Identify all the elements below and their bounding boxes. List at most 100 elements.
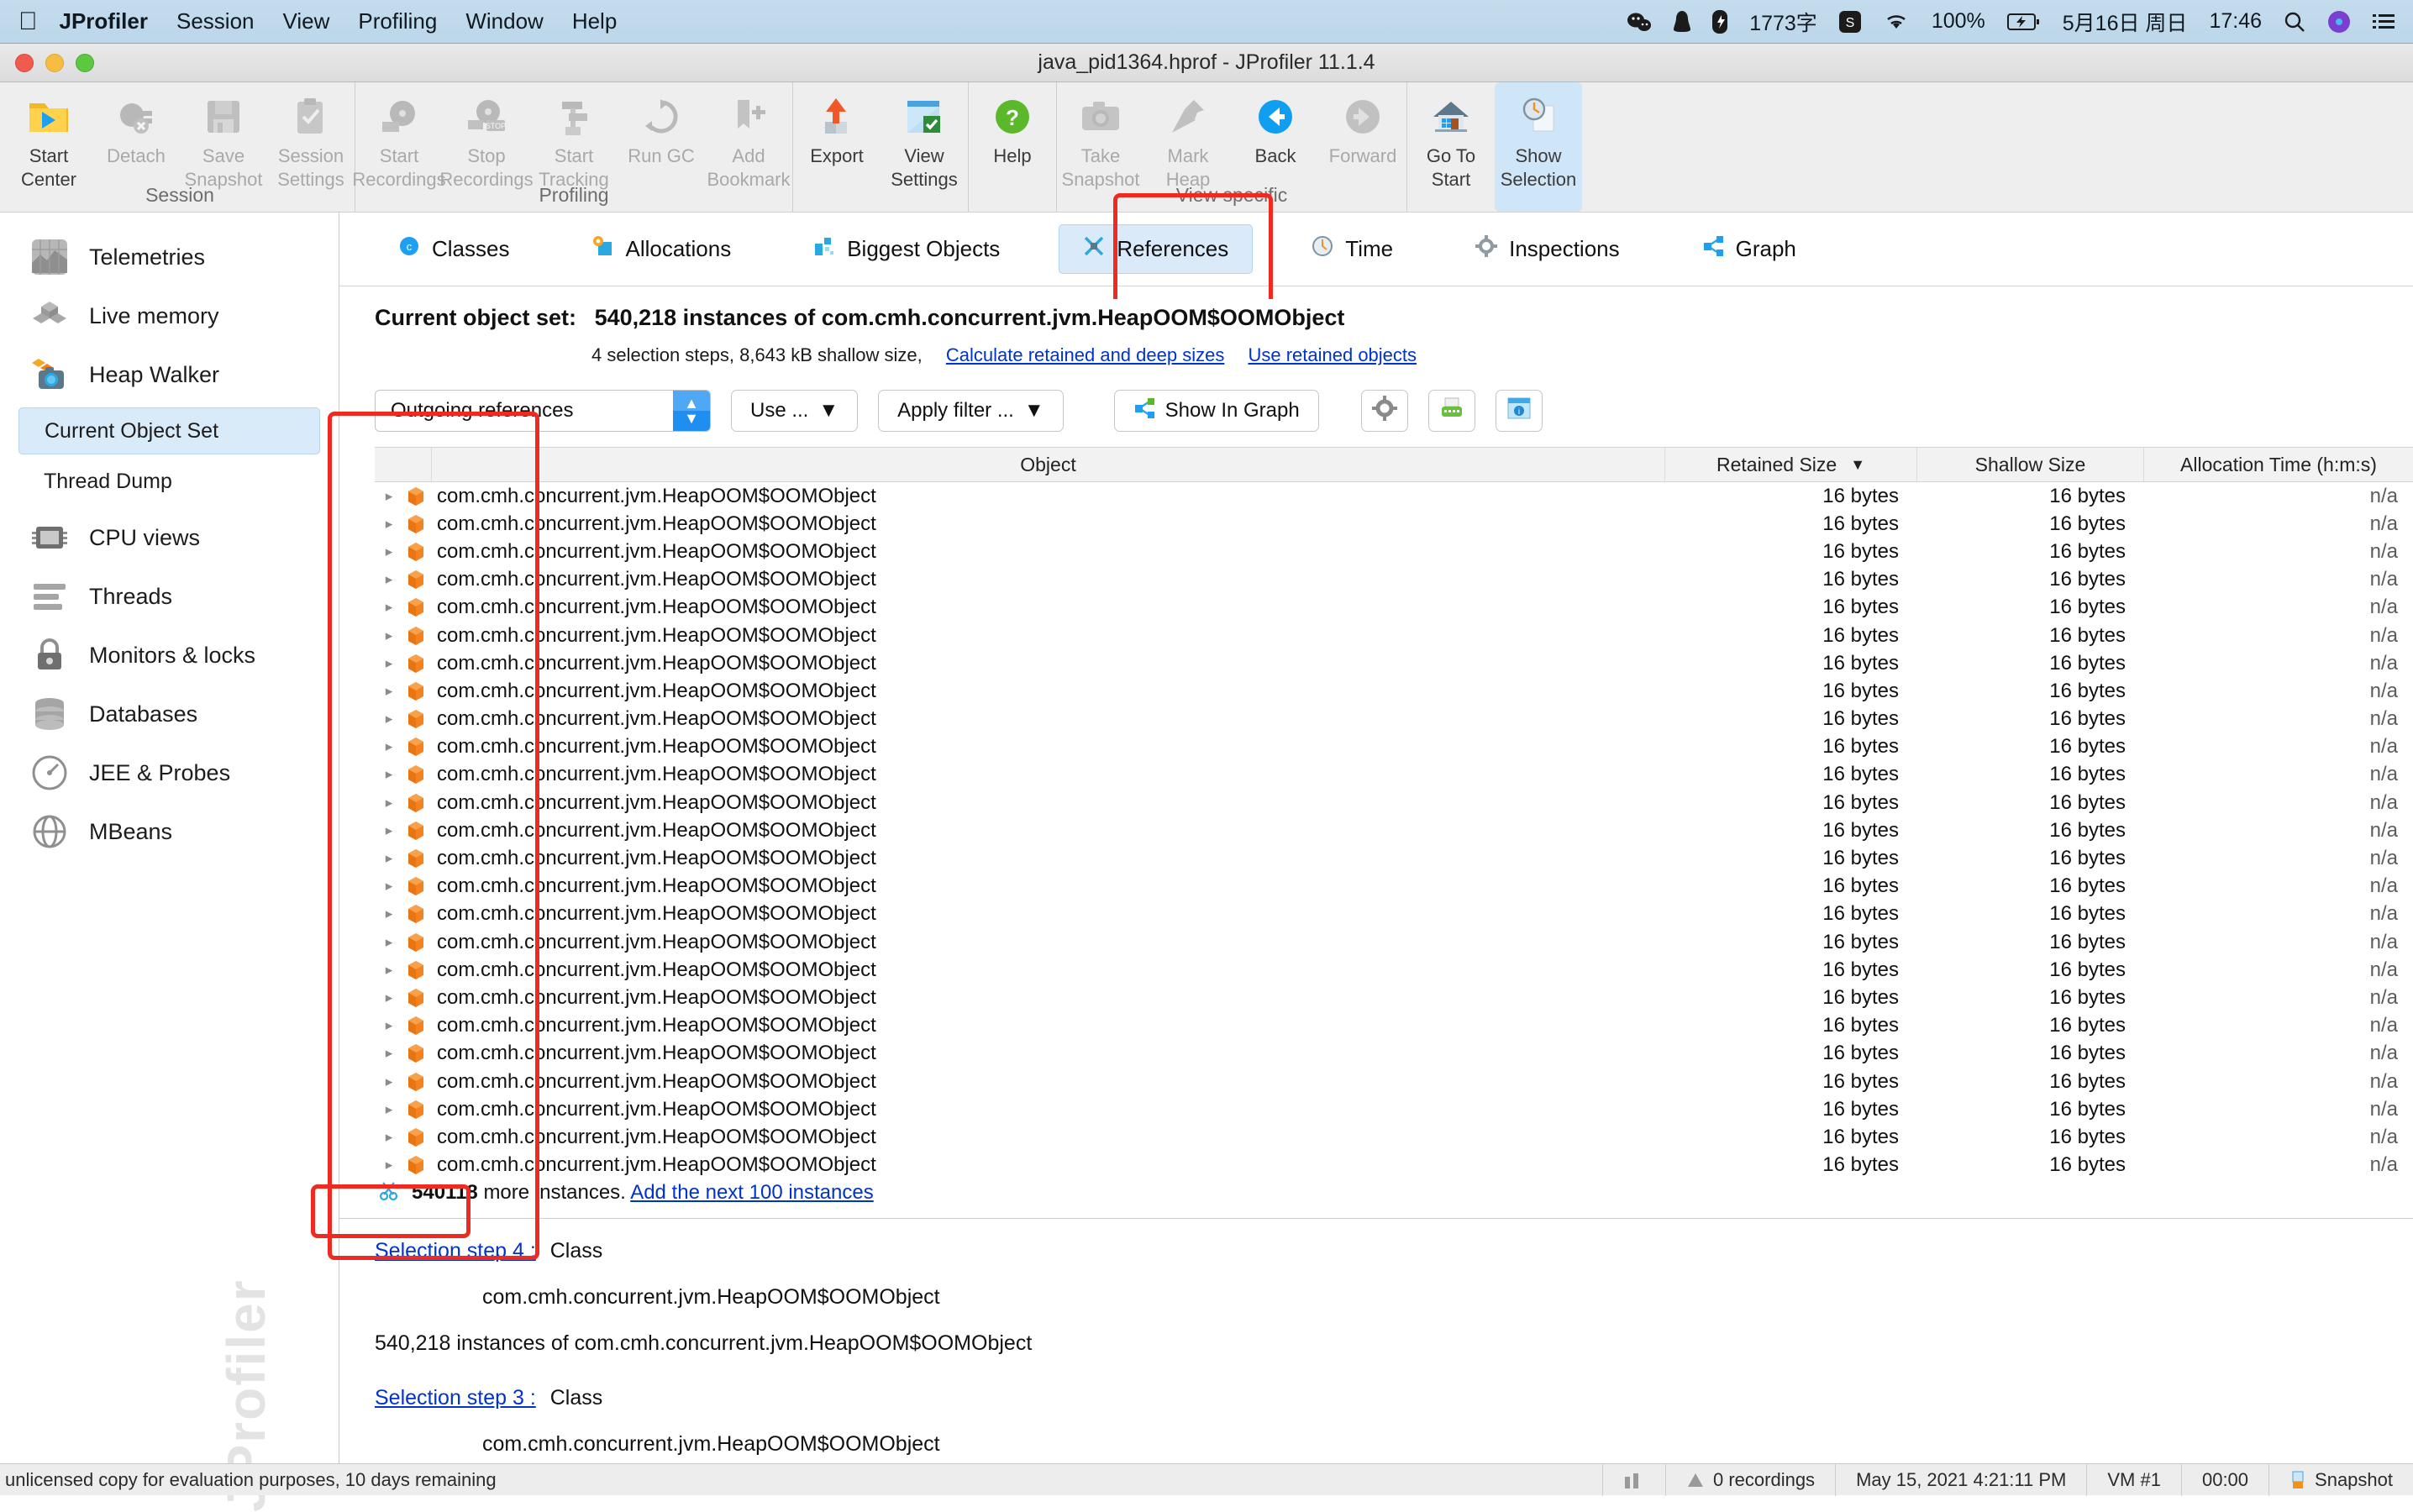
tab-biggest-objects[interactable]: Biggest Objects [790, 225, 1023, 273]
expand-triangle-icon[interactable]: ▸ [375, 543, 403, 560]
expand-triangle-icon[interactable]: ▸ [375, 906, 403, 922]
info-window-button[interactable]: i [1496, 390, 1543, 432]
expand-triangle-icon[interactable]: ▸ [375, 1017, 403, 1034]
table-header-allocation-time[interactable]: Allocation Time (h:m:s) [2144, 448, 2413, 481]
table-row[interactable]: ▸com.cmh.concurrent.jvm.HeapOOM$OOMObjec… [375, 844, 2413, 872]
expand-triangle-icon[interactable]: ▸ [375, 571, 403, 588]
table-row[interactable]: ▸com.cmh.concurrent.jvm.HeapOOM$OOMObjec… [375, 706, 2413, 733]
table-row[interactable]: ▸com.cmh.concurrent.jvm.HeapOOM$OOMObjec… [375, 1068, 2413, 1095]
apply-filter-button[interactable]: Apply filter ... ▼ [878, 390, 1063, 432]
table-row[interactable]: ▸com.cmh.concurrent.jvm.HeapOOM$OOMObjec… [375, 1095, 2413, 1123]
show-in-graph-button[interactable]: Show In Graph [1114, 390, 1319, 432]
expand-triangle-icon[interactable]: ▸ [375, 516, 403, 533]
tab-references[interactable]: References [1059, 224, 1253, 274]
use-button[interactable]: Use ... ▼ [731, 390, 858, 432]
menu-item-help[interactable]: Help [572, 8, 617, 34]
add-next-100-instances-link[interactable]: Add the next 100 instances [630, 1181, 874, 1204]
expand-triangle-icon[interactable]: ▸ [375, 683, 403, 700]
sidebar-item-heap-walker[interactable]: Heap Walker [0, 345, 339, 404]
table-row[interactable]: ▸com.cmh.concurrent.jvm.HeapOOM$OOMObjec… [375, 538, 2413, 565]
status-cpu-icon-cell[interactable] [1602, 1464, 1665, 1496]
help-button[interactable]: ? Help [969, 82, 1056, 212]
wechat-icon[interactable] [1627, 11, 1652, 33]
use-retained-objects-link[interactable]: Use retained objects [1248, 344, 1417, 365]
table-row[interactable]: ▸com.cmh.concurrent.jvm.HeapOOM$OOMObjec… [375, 984, 2413, 1011]
expand-triangle-icon[interactable]: ▸ [375, 795, 403, 811]
menu-item-jprofiler[interactable]: JProfiler [60, 8, 149, 34]
control-center-icon[interactable] [2373, 13, 2395, 31]
table-header-shallow-size[interactable]: Shallow Size [1917, 448, 2144, 481]
show-selection-button[interactable]: Show Selection [1495, 82, 1582, 212]
apple-logo-icon[interactable]:  [18, 9, 38, 34]
sidebar-item-cpu-views[interactable]: CPU views [0, 508, 339, 567]
export-button[interactable]: Export [793, 82, 881, 212]
view-settings-gear-button[interactable] [1361, 390, 1408, 432]
expand-triangle-icon[interactable]: ▸ [375, 627, 403, 644]
table-row[interactable]: ▸com.cmh.concurrent.jvm.HeapOOM$OOMObjec… [375, 1012, 2413, 1040]
table-row[interactable]: ▸com.cmh.concurrent.jvm.HeapOOM$OOMObjec… [375, 789, 2413, 816]
table-row[interactable]: ▸com.cmh.concurrent.jvm.HeapOOM$OOMObjec… [375, 1123, 2413, 1151]
calculate-retained-deep-sizes-link[interactable]: Calculate retained and deep sizes [946, 344, 1224, 365]
table-row[interactable]: ▸com.cmh.concurrent.jvm.HeapOOM$OOMObjec… [375, 1040, 2413, 1068]
table-row[interactable]: ▸com.cmh.concurrent.jvm.HeapOOM$OOMObjec… [375, 928, 2413, 956]
sidebar-item-databases[interactable]: Databases [0, 685, 339, 743]
sogou-icon[interactable]: S [1839, 11, 1861, 33]
tab-graph[interactable]: Graph [1679, 225, 1820, 273]
expand-triangle-icon[interactable]: ▸ [375, 488, 403, 505]
table-body[interactable]: ▸com.cmh.concurrent.jvm.HeapOOM$OOMObjec… [375, 482, 2413, 1218]
menu-item-window[interactable]: Window [465, 8, 543, 34]
dingtalk-icon[interactable] [1712, 10, 1727, 34]
status-recordings-cell[interactable]: 0 recordings [1665, 1464, 1835, 1496]
table-row[interactable]: ▸com.cmh.concurrent.jvm.HeapOOM$OOMObjec… [375, 1152, 2413, 1179]
sidebar-item-live-memory[interactable]: Live memory [0, 286, 339, 345]
menubar-time[interactable]: 17:46 [2209, 9, 2262, 34]
reference-mode-select[interactable]: Outgoing references ▲▼ [375, 390, 711, 432]
sidebar-item-jee-probes[interactable]: JEE & Probes [0, 743, 339, 802]
expand-triangle-icon[interactable]: ▸ [375, 1157, 403, 1173]
table-row[interactable]: ▸com.cmh.concurrent.jvm.HeapOOM$OOMObjec… [375, 873, 2413, 900]
go-to-start-button[interactable]: Go To Start [1407, 82, 1495, 212]
wifi-icon[interactable] [1883, 12, 1910, 32]
menubar-date[interactable]: 5月16日 周日 [2063, 7, 2188, 37]
tab-time[interactable]: Time [1288, 225, 1417, 273]
table-row[interactable]: ▸com.cmh.concurrent.jvm.HeapOOM$OOMObjec… [375, 900, 2413, 928]
table-header-object[interactable]: Object [432, 448, 1665, 481]
status-snapshot-cell[interactable]: Snapshot [2268, 1464, 2413, 1496]
table-row[interactable]: ▸com.cmh.concurrent.jvm.HeapOOM$OOMObjec… [375, 649, 2413, 677]
expand-triangle-icon[interactable]: ▸ [375, 990, 403, 1006]
expand-triangle-icon[interactable]: ▸ [375, 962, 403, 979]
input-method-count[interactable]: 1773字 [1749, 7, 1817, 37]
siri-icon[interactable] [2327, 10, 2351, 34]
expand-triangle-icon[interactable]: ▸ [375, 850, 403, 867]
selection-step-3-link[interactable]: Selection step 3 : [375, 1386, 536, 1410]
tab-inspections[interactable]: Inspections [1452, 225, 1643, 273]
expand-triangle-icon[interactable]: ▸ [375, 878, 403, 895]
expand-triangle-icon[interactable]: ▸ [375, 655, 403, 672]
expand-triangle-icon[interactable]: ▸ [375, 934, 403, 951]
battery-percent-label[interactable]: 100% [1932, 9, 1985, 34]
table-row[interactable]: ▸com.cmh.concurrent.jvm.HeapOOM$OOMObjec… [375, 956, 2413, 984]
menu-item-view[interactable]: View [283, 8, 330, 34]
menu-item-profiling[interactable]: Profiling [358, 8, 437, 34]
spotlight-search-icon[interactable] [2284, 11, 2305, 33]
sidebar-item-threads[interactable]: Threads [0, 567, 339, 626]
selection-step-4-link[interactable]: Selection step 4 : [375, 1239, 536, 1263]
table-row[interactable]: ▸com.cmh.concurrent.jvm.HeapOOM$OOMObjec… [375, 622, 2413, 649]
typewriter-button[interactable] [1428, 390, 1475, 432]
expand-triangle-icon[interactable]: ▸ [375, 1074, 403, 1090]
chevron-updown-icon[interactable]: ▲▼ [673, 391, 710, 431]
sidebar-item-mbeans[interactable]: MBeans [0, 802, 339, 861]
table-row[interactable]: ▸com.cmh.concurrent.jvm.HeapOOM$OOMObjec… [375, 733, 2413, 761]
expand-triangle-icon[interactable]: ▸ [375, 738, 403, 755]
sidebar-item-monitors-locks[interactable]: Monitors & locks [0, 626, 339, 685]
menu-item-session[interactable]: Session [176, 8, 255, 34]
more-instances-row[interactable]: 540118 more instances. Add the next 100 … [375, 1179, 2413, 1207]
tab-classes[interactable]: c Classes [375, 225, 533, 273]
expand-triangle-icon[interactable]: ▸ [375, 1101, 403, 1118]
table-row[interactable]: ▸com.cmh.concurrent.jvm.HeapOOM$OOMObjec… [375, 482, 2413, 510]
sidebar-item-telemetries[interactable]: Telemetries [0, 228, 339, 286]
expand-triangle-icon[interactable]: ▸ [375, 766, 403, 783]
table-row[interactable]: ▸com.cmh.concurrent.jvm.HeapOOM$OOMObjec… [375, 761, 2413, 789]
table-header-retained-size[interactable]: Retained Size ▼ [1665, 448, 1917, 481]
table-row[interactable]: ▸com.cmh.concurrent.jvm.HeapOOM$OOMObjec… [375, 816, 2413, 844]
